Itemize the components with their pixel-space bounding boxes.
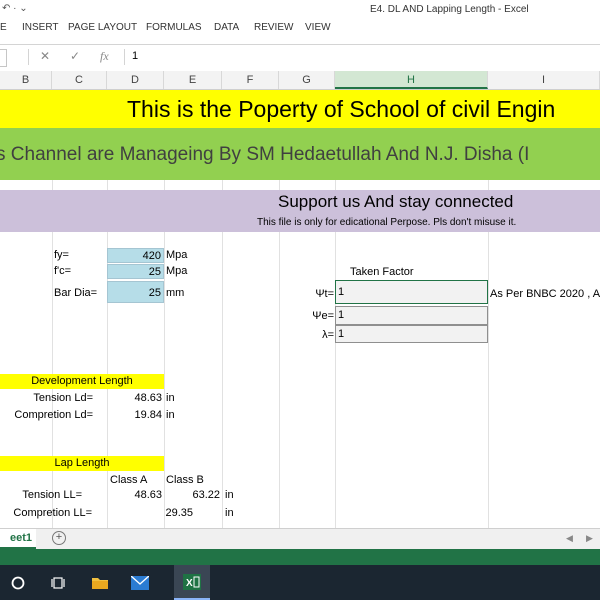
column-header-c[interactable]: C (52, 71, 107, 89)
title-bar: ↶ · ⌄ E4. DL AND Lapping Length - Excel (0, 0, 600, 20)
development-length-heading: Development Length (0, 374, 164, 389)
fc-label: f'c= (54, 265, 72, 277)
column-headers: B C D E F G H I (0, 71, 600, 90)
class-a-heading: Class A (110, 474, 148, 486)
window-title: E4. DL AND Lapping Length - Excel (370, 4, 529, 15)
tab-view[interactable]: VIEW (305, 22, 331, 33)
scroll-right-icon[interactable]: ▶ (586, 533, 593, 544)
support-banner-text: Support us And stay connected (278, 192, 514, 211)
channel-banner: s Channel are Manageing By SM Hedaetulla… (0, 128, 600, 180)
tab-page-layout[interactable]: PAGE LAYOUT (68, 22, 137, 33)
mail-icon[interactable] (122, 565, 158, 600)
svg-text:X: X (186, 578, 193, 589)
column-header-g[interactable]: G (279, 71, 335, 89)
worksheet-grid[interactable]: This is the Poperty of School of civil E… (0, 90, 600, 528)
compression-ld-unit: in (166, 409, 175, 421)
compression-ll-value: 29.35 (165, 507, 193, 519)
formula-bar-divider (124, 49, 125, 65)
channel-banner-text: s Channel are Manageing By SM Hedaetulla… (0, 144, 530, 165)
tension-ll-class-b: 63.22 (192, 489, 220, 501)
scroll-left-icon[interactable]: ◀ (566, 533, 573, 544)
psi-e-label: Ψe= (312, 310, 334, 322)
bar-dia-unit: mm (166, 287, 185, 299)
class-b-heading: Class B (166, 474, 204, 486)
compression-ld-label: Compretion Ld= (14, 409, 93, 421)
formula-bar-divider (28, 49, 29, 65)
compression-ld-value: 19.84 (134, 409, 162, 421)
tension-ld-unit: in (166, 392, 175, 404)
formula-input[interactable]: 1 (132, 50, 138, 62)
tension-ld-label: Tension Ld= (33, 392, 93, 404)
tab-review[interactable]: REVIEW (254, 22, 293, 33)
column-header-e[interactable]: E (164, 71, 222, 89)
windows-taskbar: X (0, 565, 600, 600)
task-view-icon[interactable] (40, 565, 76, 600)
enter-icon[interactable]: ✓ (70, 49, 80, 63)
bar-dia-label: Bar Dia= (54, 287, 98, 299)
tab-insert[interactable]: INSERT (22, 22, 59, 33)
fc-input[interactable]: 25 (107, 264, 164, 279)
fy-input[interactable]: 420 (107, 248, 164, 263)
tension-ll-class-a: 48.63 (134, 489, 162, 501)
sheet-tab-bar: eet1 + ◀ ▶ (0, 528, 600, 549)
column-header-f[interactable]: F (222, 71, 279, 89)
tension-ld-value: 48.63 (134, 392, 162, 404)
excel-taskbar-icon[interactable]: X (174, 565, 210, 600)
tension-ll-unit: in (225, 489, 234, 501)
column-header-i[interactable]: I (488, 71, 600, 89)
psi-t-label: Ψt= (315, 288, 334, 300)
lambda-input[interactable]: 1 (335, 325, 488, 343)
insert-function-icon[interactable]: fx (100, 49, 109, 64)
title-banner-text: This is the Poperty of School of civil E… (127, 96, 556, 122)
taken-factor-heading: Taken Factor (350, 266, 414, 278)
support-banner-note: This file is only for edicational Perpos… (257, 217, 517, 228)
psi-e-input[interactable]: 1 (335, 306, 488, 325)
add-sheet-icon[interactable]: + (52, 531, 66, 545)
tab-data[interactable]: DATA (214, 22, 239, 33)
lap-length-heading: Lap Length (0, 456, 164, 471)
sheet-tab-sheet1[interactable]: eet1 (0, 529, 36, 549)
bar-dia-input[interactable]: 25 (107, 281, 164, 303)
formula-bar: ✕ ✓ fx 1 (0, 44, 600, 72)
compression-ll-unit: in (225, 507, 234, 519)
support-banner: Support us And stay connected This file … (0, 190, 600, 232)
column-header-b[interactable]: B (0, 71, 52, 89)
fy-unit: Mpa (166, 249, 188, 261)
ribbon-tabs: E INSERT PAGE LAYOUT FORMULAS DATA REVIE… (0, 20, 600, 41)
search-icon[interactable] (0, 565, 36, 600)
compression-ll-label: Compretion LL= (13, 507, 92, 519)
tab-formulas[interactable]: FORMULAS (146, 22, 202, 33)
tab-home[interactable]: E (0, 22, 7, 33)
title-banner: This is the Poperty of School of civil E… (0, 90, 600, 128)
fc-unit: Mpa (166, 265, 188, 277)
status-bar (0, 549, 600, 565)
quick-access-toolbar[interactable]: ↶ · ⌄ (2, 3, 28, 14)
cancel-icon[interactable]: ✕ (40, 49, 50, 63)
name-box[interactable] (0, 49, 7, 67)
column-header-h[interactable]: H (335, 71, 488, 89)
psi-t-input[interactable]: 1 (335, 280, 488, 304)
lambda-label: λ= (322, 329, 334, 341)
fy-label: fy= (54, 249, 69, 261)
tension-ll-label: Tension LL= (22, 489, 82, 501)
bnbc-reference: As Per BNBC 2020 , AC (490, 288, 600, 300)
file-explorer-icon[interactable] (82, 565, 118, 600)
column-header-d[interactable]: D (107, 71, 164, 89)
